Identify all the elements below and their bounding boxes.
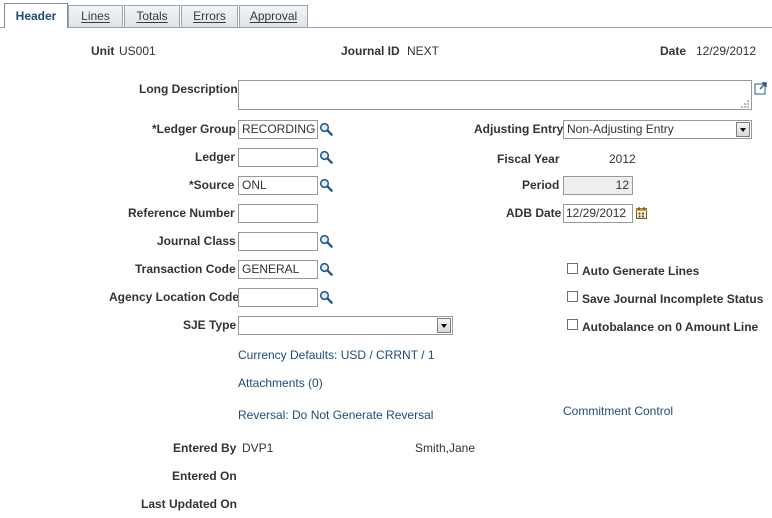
autobalance-checkbox[interactable]	[567, 319, 578, 330]
reference-number-input[interactable]	[238, 204, 318, 223]
expand-textarea-icon[interactable]	[754, 81, 768, 95]
long-description-textarea[interactable]	[238, 80, 752, 110]
transaction-code-label: Transaction Code	[135, 262, 236, 276]
journal-class-input[interactable]	[238, 232, 318, 251]
source-label: *Source	[189, 178, 235, 192]
calendar-icon[interactable]	[635, 206, 649, 220]
chevron-down-icon[interactable]	[437, 318, 451, 333]
unit-label: Unit	[91, 44, 115, 58]
date-value: 12/29/2012	[696, 44, 757, 58]
adjusting-entry-label: Adjusting Entry	[474, 122, 564, 136]
tab-bar-divider	[0, 27, 772, 28]
ledger-lookup-icon[interactable]	[319, 150, 333, 164]
agency-location-code-label: Agency Location Code	[109, 290, 240, 304]
save-incomplete-label: Save Journal Incomplete Status	[582, 292, 764, 306]
ledger-group-input[interactable]: RECORDING	[238, 120, 318, 139]
ledger-group-lookup-icon[interactable]	[319, 122, 333, 136]
agency-location-code-lookup-icon[interactable]	[319, 290, 333, 304]
transaction-code-lookup-icon[interactable]	[319, 262, 333, 276]
fiscal-year-value: 2012	[609, 152, 636, 166]
date-label: Date	[660, 44, 687, 58]
ledger-input[interactable]	[238, 148, 318, 167]
tab-lines[interactable]: Lines	[68, 5, 123, 27]
auto-generate-lines-label: Auto Generate Lines	[582, 264, 700, 278]
chevron-down-icon[interactable]	[736, 122, 750, 137]
currency-defaults-link[interactable]: Currency Defaults: USD / CRRNT / 1	[238, 348, 435, 362]
journal-class-label: Journal Class	[157, 234, 236, 248]
sje-type-label: SJE Type	[183, 318, 237, 332]
long-description-label: Long Description	[139, 82, 238, 96]
textarea-resize-grip-icon[interactable]	[740, 99, 750, 109]
tab-header[interactable]: Header	[4, 3, 68, 28]
autobalance-label: Autobalance on 0 Amount Line	[582, 320, 759, 334]
fiscal-year-label: Fiscal Year	[497, 152, 560, 166]
save-incomplete-checkbox[interactable]	[567, 291, 578, 302]
period-value: 12	[563, 176, 633, 195]
tab-bar: Header Lines Totals Errors Approval	[0, 0, 772, 28]
adjusting-entry-select[interactable]: Non-Adjusting Entry	[563, 120, 752, 139]
ledger-group-label: *Ledger Group	[152, 122, 237, 136]
reference-number-label: Reference Number	[128, 206, 235, 220]
journal-id-label: Journal ID	[341, 44, 400, 58]
commitment-control-link[interactable]: Commitment Control	[563, 404, 673, 418]
source-input[interactable]: ONL	[238, 176, 318, 195]
period-label: Period	[522, 178, 560, 192]
adjusting-entry-selected-value: Non-Adjusting Entry	[567, 122, 674, 136]
reversal-link[interactable]: Reversal: Do Not Generate Reversal	[238, 408, 433, 422]
unit-value: US001	[119, 44, 156, 58]
adb-date-label: ADB Date	[506, 206, 562, 220]
tab-errors[interactable]: Errors	[181, 5, 238, 27]
journal-class-lookup-icon[interactable]	[319, 234, 333, 248]
adb-date-input[interactable]: 12/29/2012	[563, 204, 633, 223]
entered-on-label: Entered On	[172, 469, 237, 483]
entered-by-name: Smith,Jane	[415, 441, 476, 455]
last-updated-label: Last Updated On	[141, 497, 238, 511]
entered-by-id: DVP1	[242, 441, 274, 455]
attachments-link[interactable]: Attachments (0)	[238, 376, 323, 390]
journal-id-value: NEXT	[407, 44, 440, 58]
auto-generate-lines-checkbox[interactable]	[567, 263, 578, 274]
tab-totals[interactable]: Totals	[124, 5, 180, 27]
agency-location-code-input[interactable]	[238, 288, 318, 307]
sje-type-select[interactable]	[238, 316, 453, 335]
tab-approval[interactable]: Approval	[239, 5, 308, 27]
ledger-label: Ledger	[195, 150, 236, 164]
transaction-code-input[interactable]: GENERAL	[238, 260, 318, 279]
source-lookup-icon[interactable]	[319, 178, 333, 192]
entered-by-label: Entered By	[173, 441, 237, 455]
